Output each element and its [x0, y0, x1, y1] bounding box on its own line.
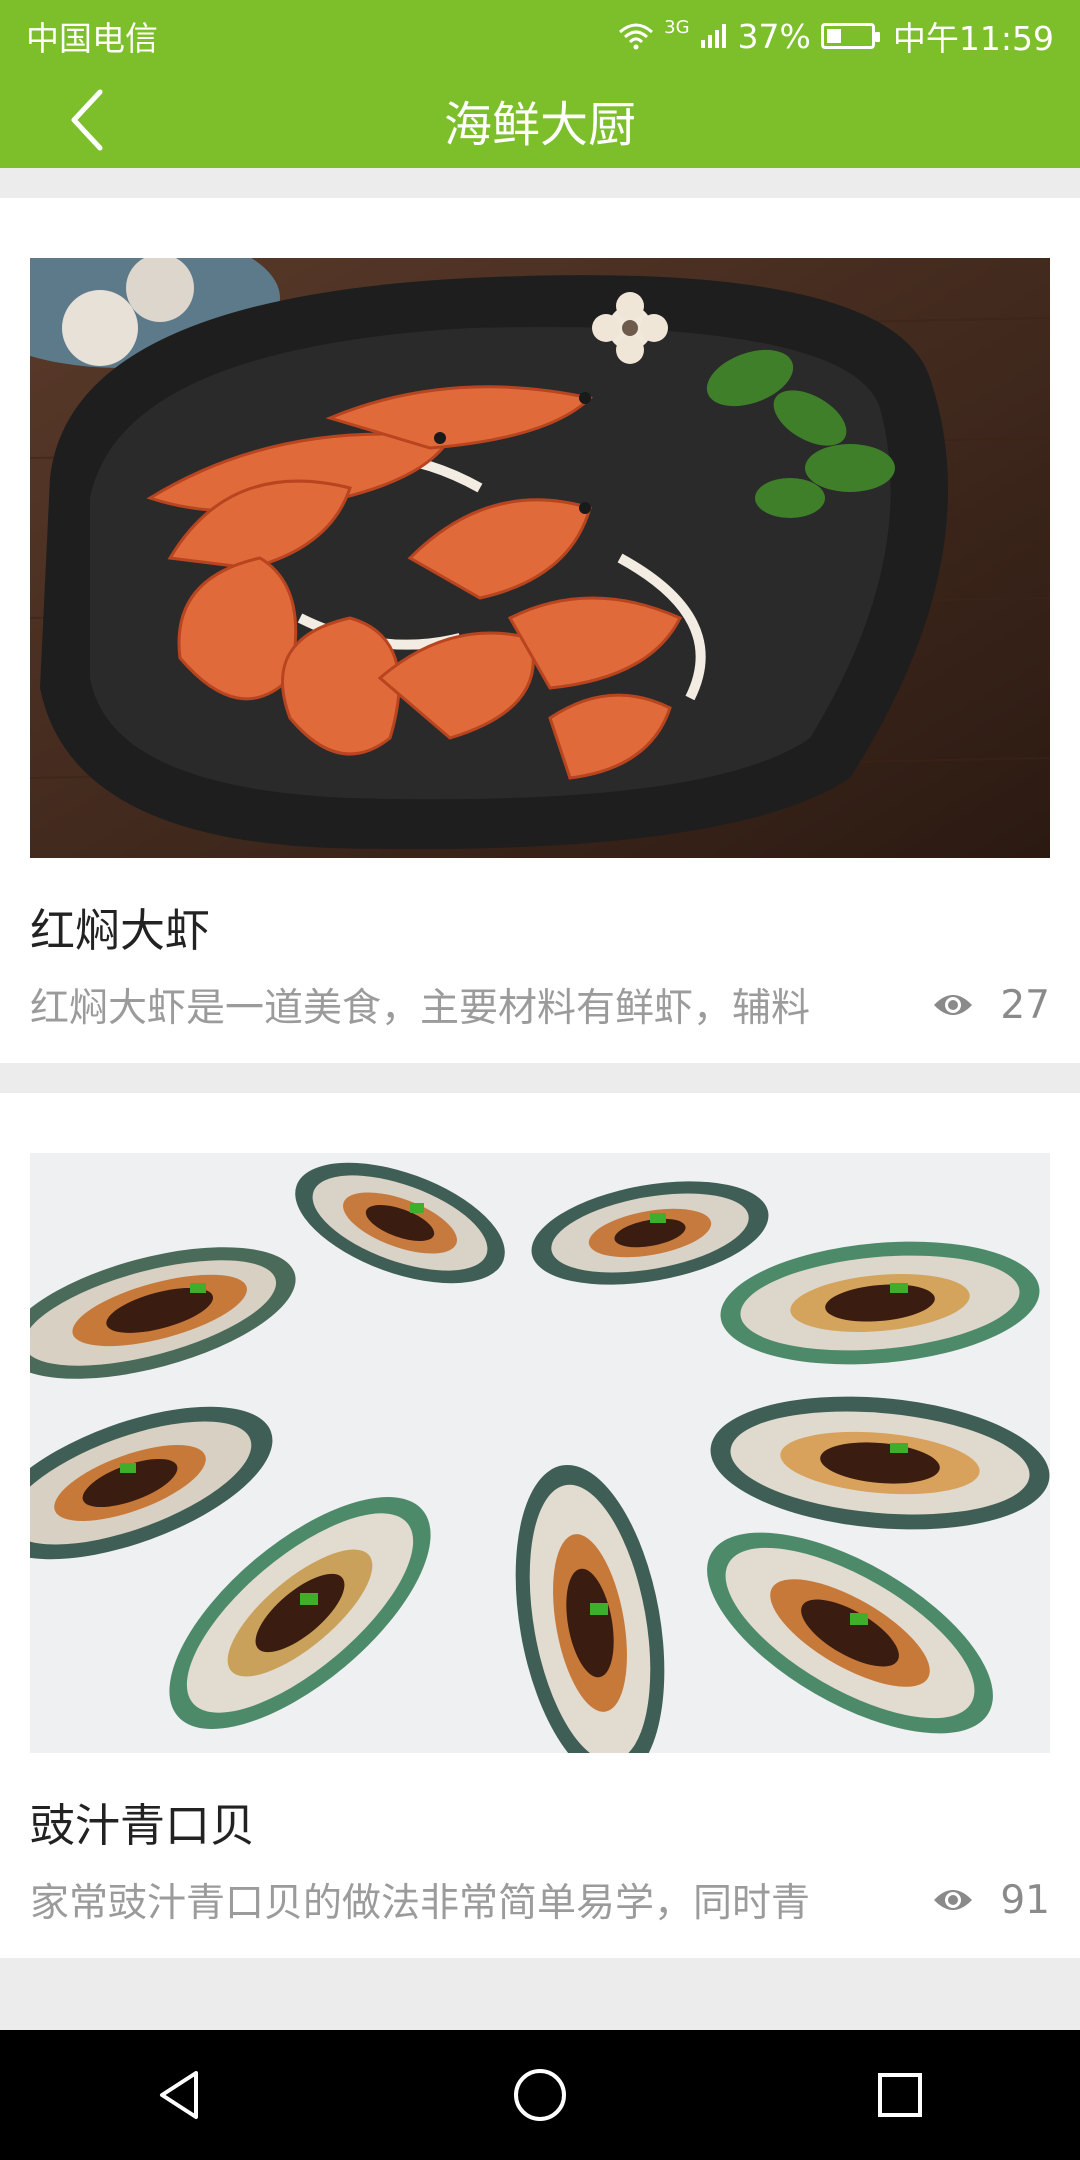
list-divider — [0, 1063, 1080, 1093]
list-item[interactable]: 豉汁青口贝 家常豉汁青口贝的做法非常简单易学，同时青 91 — [0, 1093, 1080, 1958]
recipe-description: 红焖大虾是一道美食，主要材料有鲜虾，辅料 — [30, 986, 811, 1031]
page-title: 海鲜大厨 — [443, 97, 636, 153]
square-recent-icon — [878, 2073, 922, 2117]
list-divider — [0, 1958, 1080, 1988]
back-button[interactable] — [44, 78, 128, 162]
recipe-title[interactable]: 红焖大虾 — [30, 894, 1050, 959]
app-bar: 海鲜大厨 — [0, 72, 1080, 168]
recipe-title[interactable]: 豉汁青口贝 — [30, 1789, 1050, 1854]
eye-icon — [934, 995, 973, 1015]
list-divider — [0, 168, 1080, 198]
nav-back-button[interactable] — [135, 2050, 225, 2140]
system-navigation-bar — [0, 2030, 1080, 2160]
chevron-left-icon — [71, 89, 103, 151]
clock: 中午11:59 — [892, 19, 1054, 58]
status-bar: 中国电信 3G 37% 中午11:59 — [0, 0, 1080, 72]
recipe-meta: 红焖大虾是一道美食，主要材料有鲜虾，辅料 27 — [30, 977, 1050, 1033]
status-icons: 3G 37% 中午11:59 — [618, 12, 1054, 60]
carrier-label: 中国电信 — [26, 19, 158, 58]
recipe-list[interactable]: 红焖大虾 红焖大虾是一道美食，主要材料有鲜虾，辅料 27 豉汁青口贝 家常豉汁青… — [0, 168, 1080, 2030]
view-count: 27 — [932, 983, 1050, 1028]
view-count: 91 — [932, 1878, 1050, 1923]
triangle-back-icon — [160, 2071, 198, 2119]
view-count-value: 91 — [1000, 1877, 1050, 1923]
recipe-description: 家常豉汁青口贝的做法非常简单易学，同时青 — [30, 1881, 811, 1926]
nav-recent-button[interactable] — [855, 2050, 945, 2140]
wifi-icon — [619, 23, 654, 50]
battery-percent: 37% — [737, 16, 811, 56]
eye-icon — [934, 1890, 973, 1910]
network-type-label: 3G — [664, 16, 690, 38]
recipe-meta: 家常豉汁青口贝的做法非常简单易学，同时青 91 — [30, 1872, 1050, 1928]
list-item[interactable]: 红焖大虾 红焖大虾是一道美食，主要材料有鲜虾，辅料 27 — [0, 198, 1080, 1063]
battery-icon — [820, 23, 880, 49]
braised-shrimp-photo[interactable] — [30, 258, 1050, 858]
signal-icon — [700, 24, 726, 48]
view-count-value: 27 — [1000, 982, 1050, 1028]
circle-home-icon — [514, 2069, 566, 2121]
nav-home-button[interactable] — [495, 2050, 585, 2140]
mussels-black-bean-sauce-photo[interactable] — [30, 1153, 1050, 1753]
